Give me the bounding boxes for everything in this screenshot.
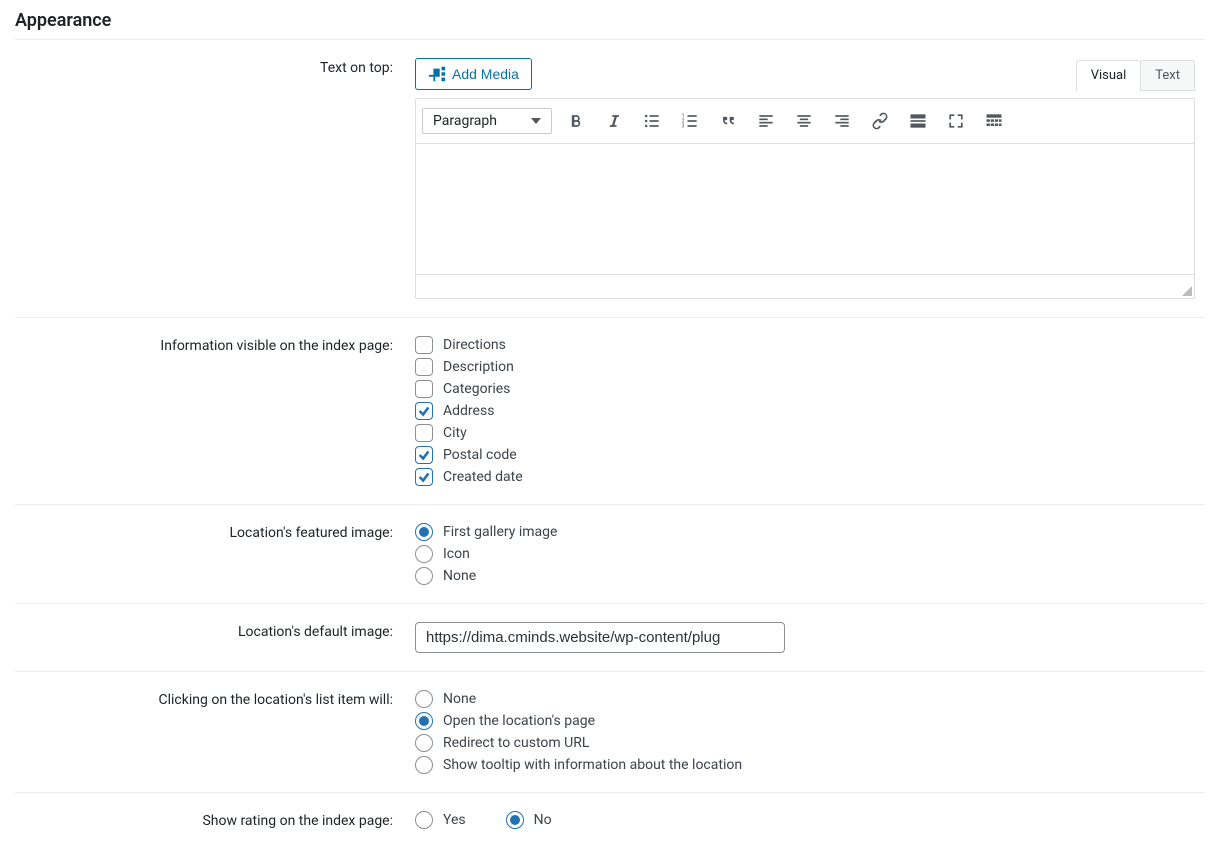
tab-text[interactable]: Text — [1140, 60, 1195, 91]
checkbox[interactable] — [415, 358, 433, 376]
option-label: Postal code — [443, 447, 517, 463]
option-label: None — [443, 568, 476, 584]
info-visible-option[interactable]: Address — [415, 402, 1195, 420]
info-visible-option[interactable]: Categories — [415, 380, 1195, 398]
media-icon — [428, 65, 446, 83]
add-media-button[interactable]: Add Media — [415, 58, 532, 90]
show-rating-option[interactable]: No — [506, 811, 552, 829]
editor-toolbar: Paragraph 123 — [416, 99, 1194, 144]
click-action-options: None Open the location's page Redirect t… — [415, 690, 1195, 774]
info-visible-option[interactable]: Description — [415, 358, 1195, 376]
tab-visual[interactable]: Visual — [1076, 60, 1142, 91]
checkbox[interactable] — [415, 380, 433, 398]
option-label: Redirect to custom URL — [443, 735, 589, 751]
read-more-button[interactable] — [900, 105, 936, 137]
fullscreen-button[interactable] — [938, 105, 974, 137]
option-label: Open the location's page — [443, 713, 595, 729]
radio[interactable] — [506, 811, 524, 829]
add-media-label: Add Media — [452, 66, 519, 82]
radio[interactable] — [415, 690, 433, 708]
radio[interactable] — [415, 567, 433, 585]
show-rating-option[interactable]: Yes — [415, 811, 466, 829]
option-label: None — [443, 691, 476, 707]
option-label: Created date — [443, 469, 523, 485]
show-rating-options: Yes No — [415, 811, 1195, 829]
editor-content[interactable] — [416, 144, 1194, 274]
info-visible-option[interactable]: Created date — [415, 468, 1195, 486]
checkbox[interactable] — [415, 446, 433, 464]
label-info-visible: Information visible on the index page: — [15, 318, 415, 505]
featured-image-option[interactable]: Icon — [415, 545, 1195, 563]
toolbar-toggle-button[interactable] — [976, 105, 1012, 137]
radio[interactable] — [415, 734, 433, 752]
click-action-option[interactable]: Redirect to custom URL — [415, 734, 1195, 752]
label-default-image: Location's default image: — [15, 604, 415, 672]
label-featured-image: Location's featured image: — [15, 505, 415, 604]
info-visible-option[interactable]: City — [415, 424, 1195, 442]
rich-text-editor: Paragraph 123 — [415, 98, 1195, 299]
italic-button[interactable] — [596, 105, 632, 137]
option-label: Icon — [443, 546, 470, 562]
format-select-value: Paragraph — [433, 113, 497, 129]
info-visible-option[interactable]: Postal code — [415, 446, 1195, 464]
svg-text:3: 3 — [682, 124, 685, 130]
numbered-list-button[interactable]: 123 — [672, 105, 708, 137]
label-text-on-top: Text on top: — [15, 40, 415, 318]
link-button[interactable] — [862, 105, 898, 137]
check-icon — [417, 404, 431, 418]
checkbox[interactable] — [415, 336, 433, 354]
option-label: First gallery image — [443, 524, 557, 540]
radio[interactable] — [415, 811, 433, 829]
radio[interactable] — [415, 712, 433, 730]
info-visible-options: Directions Description Categories Addres… — [415, 336, 1195, 486]
click-action-option[interactable]: None — [415, 690, 1195, 708]
editor-tabs: Visual Text — [1077, 59, 1195, 90]
default-image-input[interactable] — [415, 622, 785, 653]
option-label: No — [534, 812, 552, 828]
check-icon — [417, 470, 431, 484]
blockquote-button[interactable] — [710, 105, 746, 137]
checkbox[interactable] — [415, 468, 433, 486]
format-select[interactable]: Paragraph — [422, 108, 552, 134]
section-title: Appearance — [15, 10, 1205, 33]
featured-image-option[interactable]: None — [415, 567, 1195, 585]
check-icon — [417, 448, 431, 462]
bold-button[interactable] — [558, 105, 594, 137]
option-label: City — [443, 425, 467, 441]
label-click-action: Clicking on the location's list item wil… — [15, 672, 415, 793]
align-center-button[interactable] — [786, 105, 822, 137]
resize-handle-icon[interactable] — [1180, 284, 1192, 296]
click-action-option[interactable]: Open the location's page — [415, 712, 1195, 730]
option-label: Address — [443, 403, 494, 419]
chevron-down-icon — [531, 118, 541, 124]
click-action-option[interactable]: Show tooltip with information about the … — [415, 756, 1195, 774]
option-label: Yes — [443, 812, 466, 828]
featured-image-options: First gallery image Icon None — [415, 523, 1195, 585]
checkbox[interactable] — [415, 424, 433, 442]
option-label: Description — [443, 359, 514, 375]
checkbox[interactable] — [415, 402, 433, 420]
align-right-button[interactable] — [824, 105, 860, 137]
option-label: Categories — [443, 381, 510, 397]
info-visible-option[interactable]: Directions — [415, 336, 1195, 354]
option-label: Show tooltip with information about the … — [443, 757, 742, 773]
editor-statusbar — [416, 274, 1194, 298]
radio[interactable] — [415, 545, 433, 563]
featured-image-option[interactable]: First gallery image — [415, 523, 1195, 541]
label-show-rating: Show rating on the index page: — [15, 793, 415, 848]
radio[interactable] — [415, 523, 433, 541]
bullet-list-button[interactable] — [634, 105, 670, 137]
option-label: Directions — [443, 337, 506, 353]
radio[interactable] — [415, 756, 433, 774]
align-left-button[interactable] — [748, 105, 784, 137]
